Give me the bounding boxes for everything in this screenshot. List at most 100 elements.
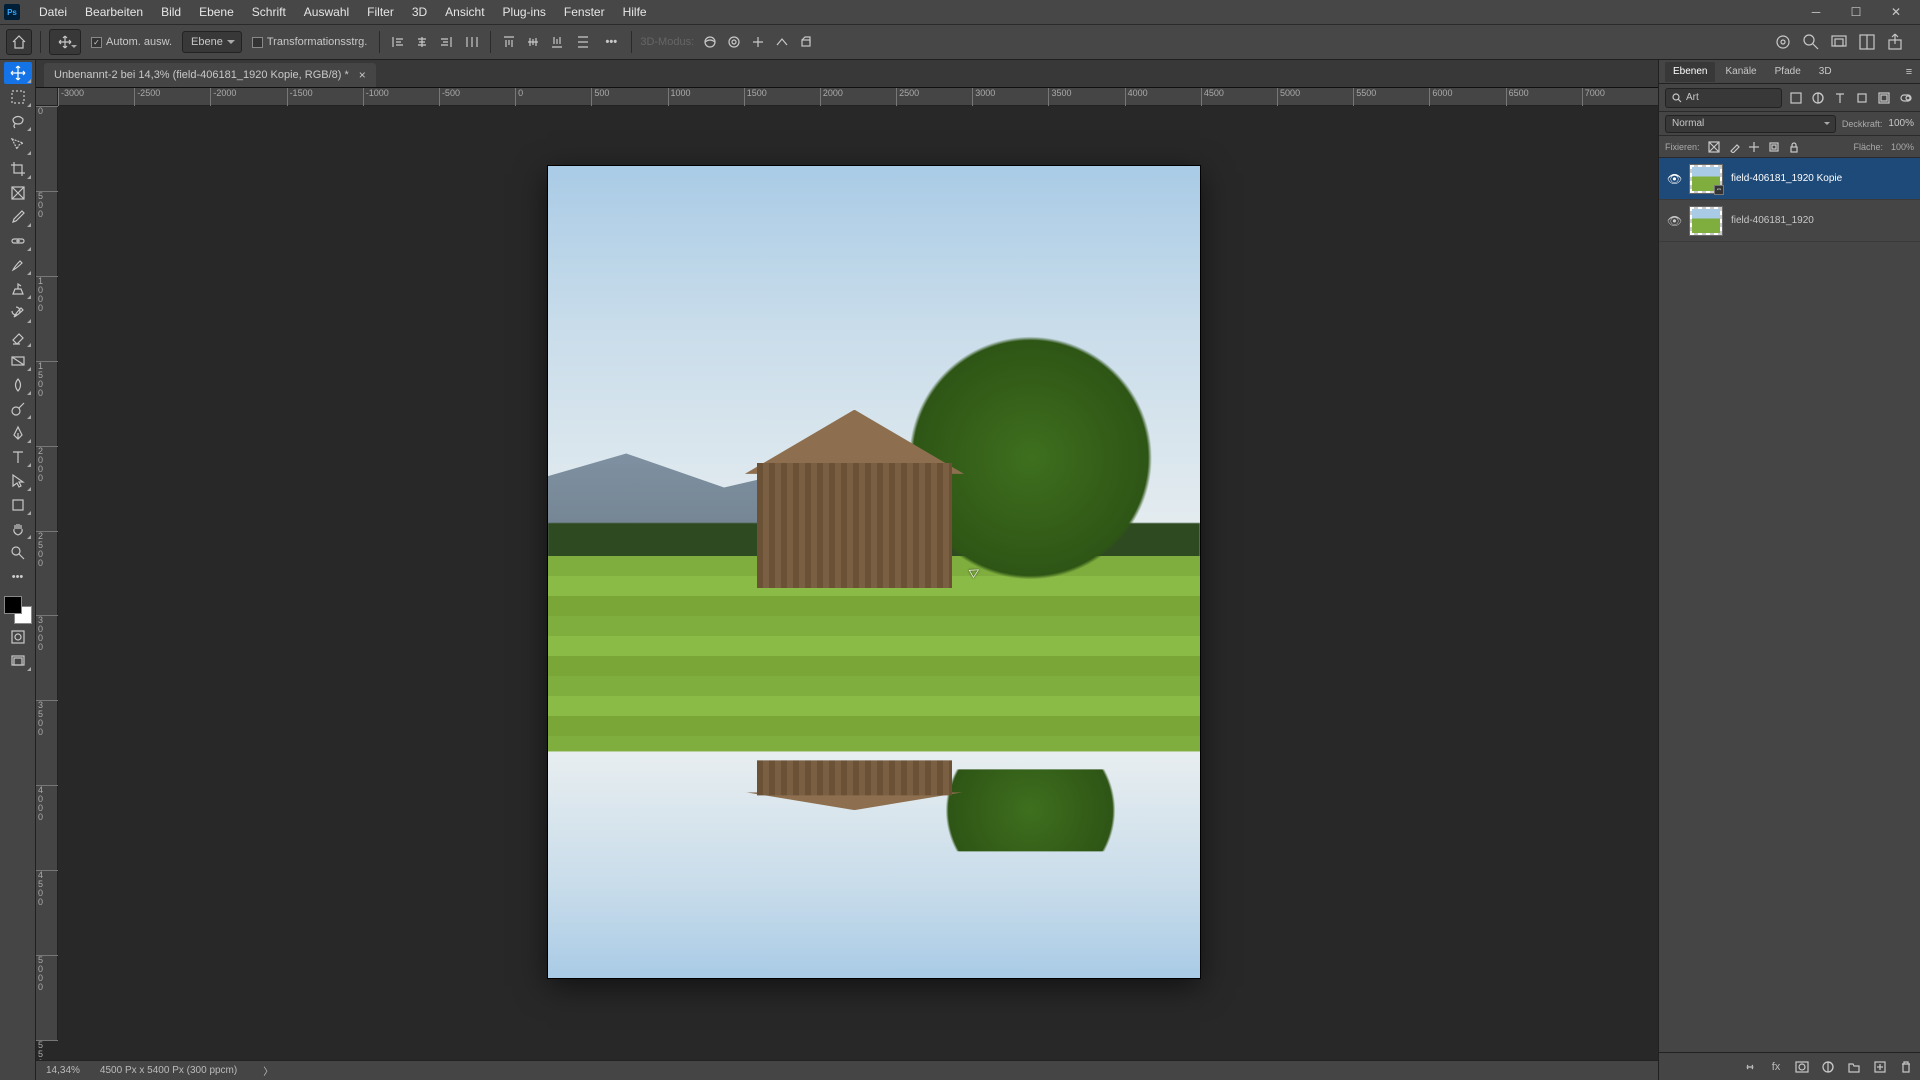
history-brush-tool[interactable] [4, 302, 32, 324]
marquee-tool[interactable] [4, 86, 32, 108]
clone-stamp-tool[interactable] [4, 278, 32, 300]
lock-transparency-button[interactable] [1708, 141, 1720, 153]
path-select-tool[interactable] [4, 470, 32, 492]
roll-3d-button[interactable] [724, 32, 744, 52]
menu-auswahl[interactable]: Auswahl [295, 0, 358, 24]
screen-mode-tool[interactable] [4, 650, 32, 672]
group-layers-button[interactable] [1846, 1059, 1862, 1075]
lock-all-button[interactable] [1788, 141, 1800, 153]
align-left-button[interactable] [388, 32, 408, 52]
menu-filter[interactable]: Filter [358, 0, 403, 24]
lock-pixels-button[interactable] [1728, 141, 1740, 153]
layer-fx-button[interactable]: fx [1768, 1059, 1784, 1075]
layer-list[interactable]: 👁 ⇔ field-406181_1920 Kopie 👁 field-406181_1… [1659, 158, 1920, 1052]
cloud-docs-button[interactable] [1774, 33, 1792, 51]
menu-hilfe[interactable]: Hilfe [614, 0, 656, 24]
artboard[interactable] [548, 166, 1200, 978]
lock-position-button[interactable] [1748, 141, 1760, 153]
edit-toolbar-button[interactable]: ••• [4, 566, 32, 588]
align-bottom-button[interactable] [547, 32, 567, 52]
panel-tab-3d[interactable]: 3D [1811, 62, 1840, 82]
gradient-tool[interactable] [4, 350, 32, 372]
current-tool-indicator[interactable] [49, 29, 81, 55]
auto-select-target-dropdown[interactable]: Ebene [182, 31, 242, 53]
menu-fenster[interactable]: Fenster [555, 0, 614, 24]
filter-smart-button[interactable] [1876, 90, 1892, 106]
move-tool[interactable] [4, 62, 32, 84]
opacity-value[interactable]: 100% [1888, 118, 1914, 129]
layer-name[interactable]: field-406181_1920 [1731, 215, 1814, 226]
menu-bild[interactable]: Bild [152, 0, 190, 24]
menu-schrift[interactable]: Schrift [243, 0, 295, 24]
layer-thumbnail[interactable] [1689, 206, 1723, 236]
transform-controls-checkbox[interactable]: Transformationsstrg. [248, 36, 371, 48]
filter-toggle-button[interactable] [1898, 90, 1914, 106]
blend-mode-dropdown[interactable]: Normal [1665, 115, 1836, 133]
filter-type-button[interactable] [1832, 90, 1848, 106]
layer-row[interactable]: 👁 ⇔ field-406181_1920 Kopie [1659, 158, 1920, 200]
search-button[interactable] [1802, 33, 1820, 51]
menu-plug-ins[interactable]: Plug-ins [494, 0, 555, 24]
pen-tool[interactable] [4, 422, 32, 444]
zoom-tool[interactable] [4, 542, 32, 564]
maximize-button[interactable]: ☐ [1836, 0, 1876, 24]
layer-thumbnail[interactable]: ⇔ [1689, 164, 1723, 194]
scale-3d-button[interactable] [796, 32, 816, 52]
layer-row[interactable]: 👁 field-406181_1920 [1659, 200, 1920, 242]
type-tool[interactable] [4, 446, 32, 468]
menu-ansicht[interactable]: Ansicht [436, 0, 493, 24]
menu-ebene[interactable]: Ebene [190, 0, 243, 24]
eraser-tool[interactable] [4, 326, 32, 348]
align-top-button[interactable] [499, 32, 519, 52]
hand-tool[interactable] [4, 518, 32, 540]
layer-visibility-toggle[interactable]: 👁 [1667, 214, 1681, 228]
align-hcenter-button[interactable] [412, 32, 432, 52]
pan-3d-button[interactable] [748, 32, 768, 52]
panel-tab-pfade[interactable]: Pfade [1767, 62, 1809, 82]
home-button[interactable] [6, 29, 32, 55]
blur-tool[interactable] [4, 374, 32, 396]
canvas[interactable] [58, 106, 1658, 1040]
minimize-button[interactable]: ─ [1796, 0, 1836, 24]
crop-tool[interactable] [4, 158, 32, 180]
panel-menu-button[interactable]: ≡ [1902, 66, 1916, 78]
link-layers-button[interactable] [1742, 1059, 1758, 1075]
eyedropper-tool[interactable] [4, 206, 32, 228]
layer-mask-button[interactable] [1794, 1059, 1810, 1075]
screen-mode-button[interactable] [1830, 33, 1848, 51]
layer-visibility-toggle[interactable]: 👁 [1667, 172, 1681, 186]
arrange-button[interactable] [1858, 33, 1876, 51]
distribute-h-button[interactable] [462, 32, 482, 52]
quick-select-tool[interactable] [4, 134, 32, 156]
shape-tool[interactable] [4, 494, 32, 516]
horizontal-ruler[interactable]: -3000-2500-2000-1500-1000-50005001000150… [58, 88, 1658, 106]
align-vcenter-button[interactable] [523, 32, 543, 52]
panel-tab-ebenen[interactable]: Ebenen [1665, 62, 1715, 82]
brush-tool[interactable] [4, 254, 32, 276]
menu-datei[interactable]: Datei [30, 0, 76, 24]
frame-tool[interactable] [4, 182, 32, 204]
color-swatches[interactable] [4, 596, 32, 624]
dodge-tool[interactable] [4, 398, 32, 420]
layer-name[interactable]: field-406181_1920 Kopie [1731, 173, 1842, 184]
menu-3d[interactable]: 3D [403, 0, 436, 24]
fill-value[interactable]: 100% [1891, 142, 1914, 152]
document-tab[interactable]: Unbenannt-2 bei 14,3% (field-406181_1920… [44, 63, 376, 87]
filter-adjust-button[interactable] [1810, 90, 1826, 106]
more-align-button[interactable]: ••• [599, 32, 623, 52]
new-layer-button[interactable] [1872, 1059, 1888, 1075]
adjustment-layer-button[interactable] [1820, 1059, 1836, 1075]
share-button[interactable] [1886, 33, 1904, 51]
close-window-button[interactable]: ✕ [1876, 0, 1916, 24]
zoom-level[interactable]: 14,34% [46, 1065, 80, 1076]
panel-tab-kanäle[interactable]: Kanäle [1717, 62, 1764, 82]
document-info[interactable]: 4500 Px x 5400 Px (300 ppcm) [100, 1065, 237, 1076]
lock-artboard-button[interactable] [1768, 141, 1780, 153]
quick-mask-button[interactable] [4, 626, 32, 648]
foreground-color-swatch[interactable] [4, 596, 22, 614]
status-menu-button[interactable]: 〉 [263, 1063, 273, 1078]
lasso-tool[interactable] [4, 110, 32, 132]
align-right-button[interactable] [436, 32, 456, 52]
distribute-v-button[interactable] [573, 32, 593, 52]
orbit-3d-button[interactable] [700, 32, 720, 52]
